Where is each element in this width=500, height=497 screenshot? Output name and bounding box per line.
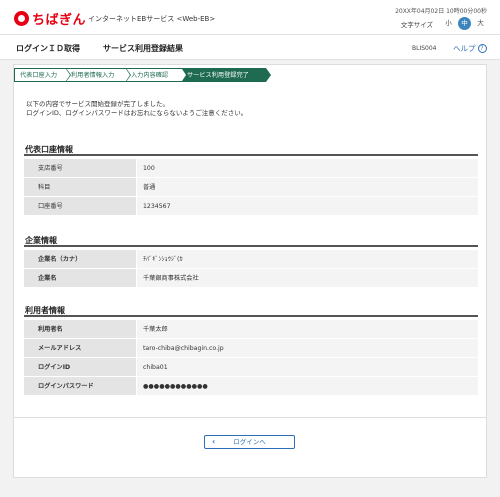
message-line-2: ログインID、ログインパスワードはお忘れにならないようご注意ください。 <box>26 109 248 117</box>
login-button-label: ログインへ <box>233 438 266 446</box>
row-label: 利用者名 <box>24 320 136 338</box>
help-link[interactable]: ヘルプ ? <box>453 43 487 54</box>
progress-steps: 代表口座入力 利用者情報入力 入力内容確認 サービス利用登録完了 <box>14 68 271 82</box>
row-label: 企業名（カナ） <box>24 250 136 268</box>
chevron-left-icon: ‹ <box>212 437 216 446</box>
row-label: メールアドレス <box>24 339 136 357</box>
font-size-large-button[interactable]: 大 <box>474 17 487 30</box>
row-label: 口座番号 <box>24 197 136 215</box>
question-icon: ? <box>477 44 487 53</box>
step-user-input: 利用者情報入力 <box>66 68 131 82</box>
page-subtitle: サービス利用登録結果 <box>103 44 183 53</box>
row-label: 企業名 <box>24 269 136 287</box>
section-title: 利用者情報 <box>24 305 478 317</box>
title-bar: ログインＩＤ取得 サービス利用登録結果 BLIS004 ヘルプ ? <box>0 34 500 60</box>
logo-icon <box>14 11 29 26</box>
table-row: 利用者名 千葉太郎 <box>24 320 478 339</box>
row-value: 千葉太郎 <box>136 320 478 338</box>
row-label: ログインID <box>24 358 136 376</box>
table-row: 科目 普通 <box>24 178 478 197</box>
logo-text: ちばぎん <box>32 13 87 28</box>
row-value: ●●●●●●●●●●●● <box>136 377 478 395</box>
section-title: 代表口座情報 <box>24 144 478 156</box>
row-value: 普通 <box>136 178 478 196</box>
row-value: taro-chiba@chibagin.co.jp <box>136 339 478 357</box>
step-complete: サービス利用登録完了 <box>182 68 271 82</box>
screen-id: BLIS004 <box>412 45 437 52</box>
login-button[interactable]: ‹ ログインへ <box>204 435 295 449</box>
message-line-1: 以下の内容でサービス開始登録が完了しました。 <box>26 100 169 108</box>
font-size-switcher: 文字サイズ 小 中 大 <box>401 17 487 30</box>
table-row: 企業名 千葉銀商事株式会社 <box>24 269 478 288</box>
account-section: 代表口座情報 支店番号 100 科目 普通 口座番号 1234567 <box>24 144 478 216</box>
divider <box>14 417 486 418</box>
user-section: 利用者情報 利用者名 千葉太郎 メールアドレス taro-chiba@chiba… <box>24 305 478 396</box>
header: ちばぎん インターネットEBサービス <Web-EB> 20XX年04月02日 … <box>0 0 500 34</box>
company-section: 企業情報 企業名（カナ） ﾁﾊﾞｷﾞﾝｼｮｳｼﾞ(ｶ 企業名 千葉銀商事株式会社 <box>24 235 478 288</box>
table-row: 支店番号 100 <box>24 159 478 178</box>
row-value: chiba01 <box>136 358 478 376</box>
font-size-label: 文字サイズ <box>400 20 433 29</box>
row-label: ログインパスワード <box>24 377 136 395</box>
row-value: 1234567 <box>136 197 478 215</box>
table-row: ログインパスワード ●●●●●●●●●●●● <box>24 377 478 396</box>
completion-message: 以下の内容でサービス開始登録が完了しました。 ログインID、ログインパスワードは… <box>26 100 247 118</box>
font-size-medium-button[interactable]: 中 <box>458 17 471 30</box>
row-label: 科目 <box>24 178 136 196</box>
table-row: 口座番号 1234567 <box>24 197 478 216</box>
table-row: メールアドレス taro-chiba@chibagin.co.jp <box>24 339 478 358</box>
row-value: ﾁﾊﾞｷﾞﾝｼｮｳｼﾞ(ｶ <box>136 250 478 268</box>
logo: ちばぎん <box>14 9 86 28</box>
help-label: ヘルプ <box>453 44 476 53</box>
current-datetime: 20XX年04月02日 10時00分00秒 <box>395 8 487 15</box>
table-row: 企業名（カナ） ﾁﾊﾞｷﾞﾝｼｮｳｼﾞ(ｶ <box>24 250 478 269</box>
section-title: 企業情報 <box>24 235 478 247</box>
page-title: ログインＩＤ取得 <box>16 44 80 53</box>
main-panel: 代表口座入力 利用者情報入力 入力内容確認 サービス利用登録完了 以下の内容でサ… <box>13 64 487 478</box>
step-confirm: 入力内容確認 <box>126 68 187 82</box>
step-account-input: 代表口座入力 <box>14 68 71 82</box>
row-value: 千葉銀商事株式会社 <box>136 269 478 287</box>
font-size-small-button[interactable]: 小 <box>442 17 455 30</box>
row-value: 100 <box>136 159 478 177</box>
row-label: 支店番号 <box>24 159 136 177</box>
service-name: インターネットEBサービス <Web-EB> <box>88 15 216 23</box>
table-row: ログインID chiba01 <box>24 358 478 377</box>
